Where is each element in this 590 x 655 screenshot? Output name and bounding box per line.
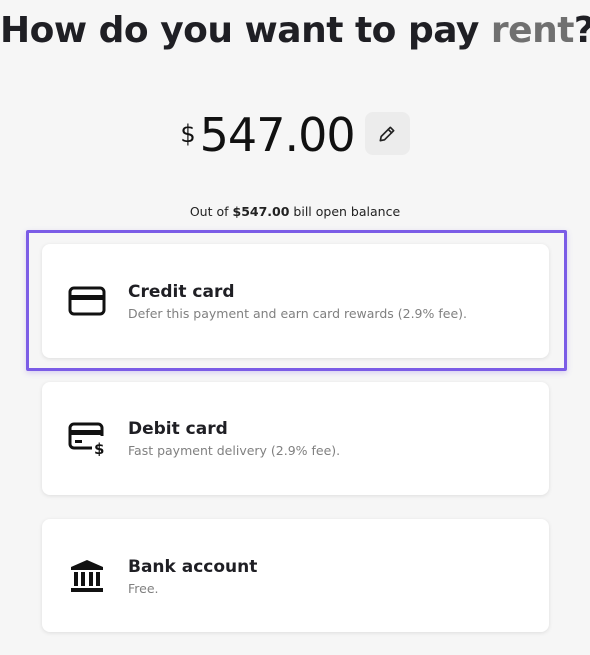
payment-amount: $ 547.00 xyxy=(0,112,590,158)
balance-suffix: bill open balance xyxy=(289,204,401,219)
option-description: Fast payment delivery (2.9% fee). xyxy=(128,443,341,458)
edit-amount-button[interactable] xyxy=(364,112,410,155)
balance-amount: $547.00 xyxy=(232,204,290,219)
title-accent: rent xyxy=(490,10,575,51)
option-description: Free. xyxy=(128,581,159,596)
currency-symbol: $ xyxy=(180,120,196,148)
payment-method-page: How do you want to pay rent? $ 547.00 Ou… xyxy=(0,0,590,655)
credit-card-icon xyxy=(68,282,106,320)
debit-card-icon: $ xyxy=(68,420,106,458)
bank-icon xyxy=(68,557,106,595)
option-label: Debit card xyxy=(128,419,228,439)
open-balance-text: Out of $547.00 bill open balance xyxy=(0,204,590,219)
svg-text:$: $ xyxy=(94,440,104,456)
pencil-icon xyxy=(379,126,395,141)
option-description: Defer this payment and earn card rewards… xyxy=(128,306,467,321)
option-label: Bank account xyxy=(128,557,258,577)
option-label: Credit card xyxy=(128,282,235,302)
payment-option-debit-card[interactable]: $ Debit card Fast payment delivery (2.9%… xyxy=(42,382,549,495)
payment-option-bank-account[interactable]: Bank account Free. xyxy=(42,519,549,632)
balance-prefix: Out of xyxy=(189,204,233,219)
payment-option-credit-card[interactable]: Credit card Defer this payment and earn … xyxy=(42,244,549,358)
title-end: ? xyxy=(574,10,590,51)
amount-value: 547.00 xyxy=(199,108,356,162)
title-main: How do you want to pay xyxy=(0,10,491,51)
page-title: How do you want to pay rent? xyxy=(0,10,590,51)
